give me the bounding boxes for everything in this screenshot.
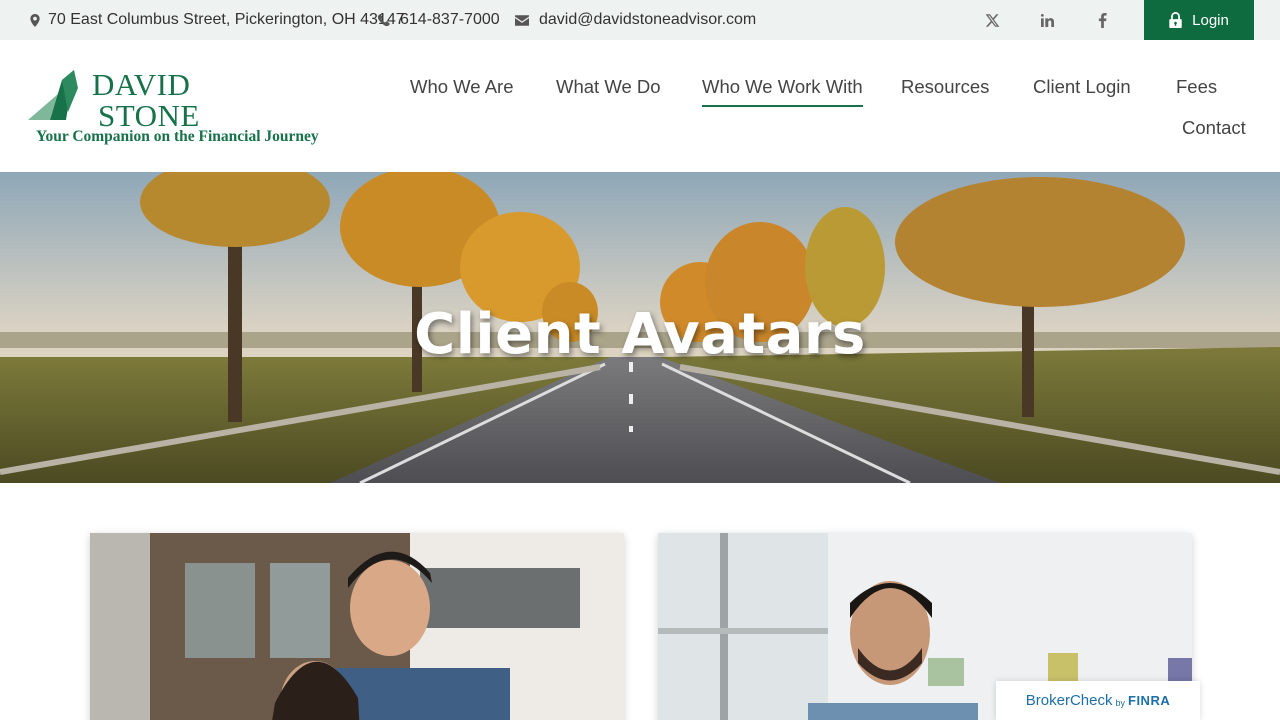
nav-contact[interactable]: Contact [1182, 117, 1246, 139]
nav-who-we-work-with[interactable]: Who We Work With [702, 76, 863, 107]
logo-line-2: STONE [98, 98, 200, 133]
brokercheck-org: FINRA [1128, 693, 1171, 708]
logo-line-1: DAVID [92, 67, 191, 102]
avatar-card-couple[interactable] [90, 533, 624, 720]
phone-text: 614-837-7000 [400, 11, 500, 28]
logo-tagline: Your Companion on the Financial Journey [36, 128, 319, 145]
site-header: DAVID STONE Your Companion on the Financ… [0, 40, 1280, 172]
nav-what-we-do[interactable]: What We Do [556, 76, 661, 98]
address-item[interactable]: 70 East Columbus Street, Pickerington, O… [30, 0, 405, 40]
email-text: david@davidstoneadvisor.com [539, 11, 757, 28]
envelope-icon [515, 14, 529, 26]
lock-icon [1169, 12, 1182, 28]
login-button[interactable]: Login [1144, 0, 1254, 40]
address-text: 70 East Columbus Street, Pickerington, O… [48, 11, 405, 28]
nav-fees[interactable]: Fees [1176, 76, 1217, 98]
linkedin-icon[interactable] [1027, 0, 1067, 40]
site-logo[interactable]: DAVID STONE Your Companion on the Financ… [28, 64, 328, 150]
nav-resources[interactable]: Resources [901, 76, 989, 98]
facebook-icon[interactable] [1082, 0, 1122, 40]
login-label: Login [1192, 11, 1229, 29]
nav-who-we-are[interactable]: Who We Are [410, 76, 514, 98]
phone-icon [378, 14, 390, 26]
nav-client-login[interactable]: Client Login [1033, 76, 1131, 98]
brokercheck-brand: BrokerCheck [1025, 692, 1113, 709]
couple-photo [90, 533, 624, 720]
x-icon[interactable] [972, 0, 1012, 40]
brokercheck-by: by [1115, 697, 1125, 708]
brokercheck-badge[interactable]: BrokerCheck by FINRA [996, 681, 1200, 720]
hero-banner: Client Avatars [0, 172, 1280, 483]
email-item[interactable]: david@davidstoneadvisor.com [515, 0, 756, 40]
phone-item[interactable]: 614-837-7000 [378, 0, 500, 40]
page-title: Client Avatars [414, 302, 866, 367]
top-contact-bar: 70 East Columbus Street, Pickerington, O… [0, 0, 1280, 40]
map-pin-icon [30, 13, 40, 27]
